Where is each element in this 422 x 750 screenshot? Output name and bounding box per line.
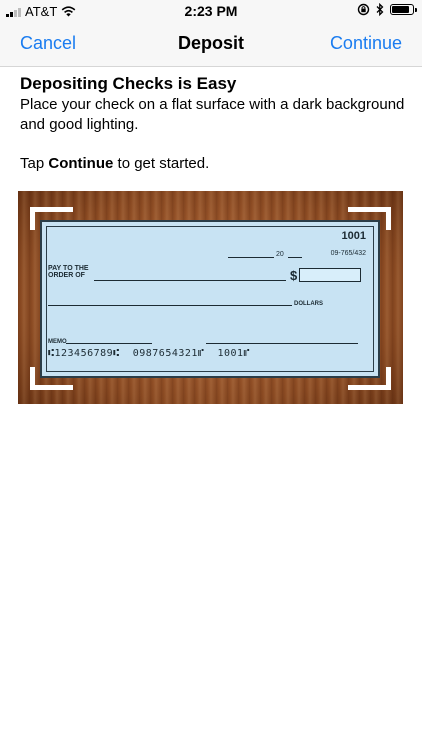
- amount-words-line: [48, 305, 292, 306]
- check-illustration: 1001 09-765/432 20 PAY TO THE ORDER OF $…: [18, 191, 403, 404]
- instructions: Depositing Checks is Easy Place your che…: [20, 74, 408, 174]
- dollar-sign: $: [290, 268, 298, 283]
- date-line-year: [288, 257, 302, 258]
- bluetooth-icon: [376, 3, 384, 16]
- battery-icon: [390, 4, 417, 15]
- date-year-prefix: 20: [276, 251, 284, 258]
- check-number: 1001: [341, 230, 366, 242]
- navigation-bar: Cancel Deposit Continue: [0, 22, 422, 67]
- tap-hint-prefix: Tap: [20, 155, 49, 172]
- memo-line: [66, 343, 152, 344]
- payee-line: [94, 280, 286, 281]
- instructions-tap-hint: Tap Continue to get started.: [20, 154, 408, 174]
- memo-label: MEMO: [48, 339, 67, 345]
- pay-to-label: PAY TO THE ORDER OF: [48, 265, 89, 279]
- signature-line: [206, 343, 358, 344]
- instructions-heading: Depositing Checks is Easy: [20, 74, 237, 93]
- routing-fraction: 09-765/432: [330, 250, 366, 257]
- status-bar: AT&T 2:23 PM: [0, 0, 422, 22]
- tap-hint-suffix: to get started.: [113, 155, 210, 172]
- status-right: [357, 3, 417, 16]
- orientation-lock-icon: [357, 3, 370, 16]
- dollars-label: DOLLARS: [294, 301, 323, 307]
- amount-box: [299, 268, 361, 282]
- sample-check: 1001 09-765/432 20 PAY TO THE ORDER OF $…: [40, 220, 380, 378]
- date-line: [228, 257, 274, 258]
- micr-line: ⑆123456789⑆ 0987654321⑈ 1001⑈: [48, 348, 251, 359]
- instructions-description: Place your check on a flat surface with …: [20, 96, 405, 133]
- continue-button[interactable]: Continue: [330, 33, 402, 54]
- tap-hint-continue: Continue: [48, 155, 114, 172]
